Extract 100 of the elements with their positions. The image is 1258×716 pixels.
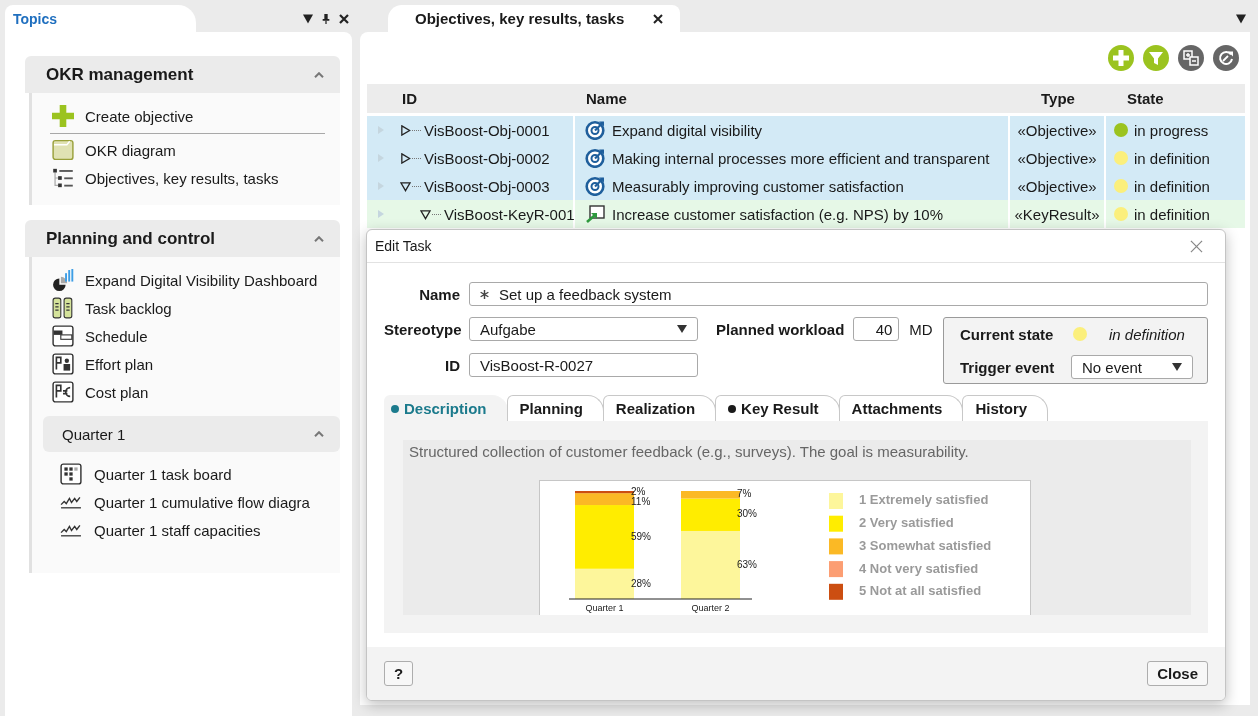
- value-label: 63%: [737, 558, 757, 570]
- value-label: 28%: [631, 577, 651, 589]
- tree-line: [412, 129, 421, 131]
- state-text: in definition: [1109, 325, 1185, 343]
- topic-item[interactable]: Quarter 1 task board: [32, 460, 340, 488]
- close-icon[interactable]: [653, 13, 663, 24]
- tree-line: [412, 185, 421, 187]
- topic-item[interactable]: Objectives, key results, tasks: [32, 164, 340, 192]
- legend-label: 2 Very satisfied: [859, 515, 954, 531]
- value-label: 2%: [631, 485, 646, 497]
- table-row[interactable]: VisBoost-Obj-0003 Measurably improving customer satisfaction «Objective» in definition: [367, 172, 1245, 200]
- dialog-tab[interactable]: Description: [384, 395, 508, 421]
- triangle-down-icon[interactable]: [400, 180, 411, 192]
- board-arrow-icon: [585, 204, 605, 224]
- close-icon[interactable]: [339, 13, 349, 24]
- type-text: «Objective»: [1017, 177, 1097, 195]
- workload-field[interactable]: 40: [853, 317, 900, 341]
- pie-chart-icon: [52, 269, 74, 291]
- legend-label: 1 Extremely satisfied: [859, 492, 989, 508]
- column-header[interactable]: State: [1106, 90, 1245, 107]
- description-text: Structured collection of customer feedback (e.g., surveys). The goal is measurability.: [409, 443, 970, 461]
- id-text: VisBoost-Obj-0001: [424, 121, 550, 139]
- topic-item[interactable]: Schedule: [32, 322, 340, 350]
- topic-item[interactable]: OKR diagram: [32, 136, 340, 164]
- name-text: Making internal processes more efficient and transparent: [612, 149, 990, 167]
- name-field[interactable]: Set up a feedback system: [469, 282, 1208, 306]
- stereotype-select[interactable]: Aufgabe: [469, 317, 698, 341]
- type-text: «Objective»: [1017, 149, 1097, 167]
- topic-item[interactable]: Task backlog: [32, 294, 340, 322]
- chevron-up-icon[interactable]: [314, 235, 324, 242]
- field-label: Current state: [960, 325, 1055, 343]
- column-header[interactable]: Name: [575, 90, 1010, 107]
- table-row[interactable]: VisBoost-Obj-0001 Expand digital visibility «Objective» in progress: [367, 116, 1245, 144]
- grid-icon: [60, 463, 82, 485]
- caret-down-icon[interactable]: [1236, 13, 1246, 24]
- target-icon: [585, 120, 605, 140]
- panel-tab[interactable]: Topics: [5, 5, 196, 32]
- currency-sheet-icon: [52, 381, 74, 403]
- plus-icon: [52, 105, 74, 127]
- column-header[interactable]: ID: [395, 90, 575, 107]
- type-text: «KeyResult»: [1014, 205, 1100, 223]
- topic-item[interactable]: Expand Digital Visibility Dashboard: [32, 266, 340, 294]
- subsection-header[interactable]: Quarter 1: [43, 416, 340, 452]
- legend-label: 5 Not at all satisfied: [859, 583, 982, 599]
- refresh-icon[interactable]: [1213, 45, 1239, 71]
- dialog-title: Edit Task: [375, 238, 432, 254]
- columns-icon: [52, 297, 74, 319]
- field-label: Stereotype: [384, 320, 460, 338]
- triangle-down-icon[interactable]: [420, 208, 431, 220]
- name-text: Expand digital visibility: [612, 121, 763, 139]
- dialog-button[interactable]: Close: [1147, 661, 1208, 686]
- tree-list-icon: [52, 167, 74, 189]
- id-field[interactable]: VisBoost-R-0027: [469, 353, 698, 377]
- section-header[interactable]: OKR management: [25, 56, 340, 93]
- topic-item[interactable]: Cost plan: [32, 378, 340, 406]
- triangle-right-icon[interactable]: [400, 152, 411, 164]
- name-text: Measurably improving customer satisfaction: [612, 177, 904, 195]
- document-tab[interactable]: Objectives, key results, tasks: [388, 5, 680, 32]
- tree-line: [432, 213, 441, 215]
- target-icon: [585, 148, 605, 168]
- dialog-tab[interactable]: Planning: [506, 395, 604, 421]
- caret-down-icon: [677, 325, 687, 333]
- tree-line: [412, 157, 421, 159]
- category-label: Quarter 1: [585, 603, 624, 614]
- section-header[interactable]: Planning and control: [25, 220, 340, 257]
- field-label: Trigger event: [960, 358, 1056, 376]
- name-text: Increase customer satisfaction (e.g. NPS) by 10%: [612, 205, 943, 223]
- unit-label: MD: [909, 320, 933, 338]
- dialog-tab[interactable]: History: [962, 395, 1049, 421]
- pin-icon[interactable]: [321, 13, 331, 24]
- dialog-button[interactable]: ?: [384, 661, 414, 686]
- column-header[interactable]: Type: [1010, 90, 1106, 107]
- topic-item[interactable]: Quarter 1 staff capacities: [32, 516, 340, 544]
- type-text: «Objective»: [1017, 121, 1097, 139]
- state-text: in definition: [1134, 205, 1210, 223]
- state-text: in definition: [1134, 177, 1210, 195]
- category-label: Quarter 2: [691, 603, 730, 614]
- triangle-right-icon[interactable]: [400, 124, 411, 136]
- trigger-select[interactable]: No event: [1071, 355, 1193, 379]
- caret-down-icon: [1172, 363, 1182, 371]
- state-text: in definition: [1134, 149, 1210, 167]
- diagram-icon: [52, 139, 74, 161]
- state-text: in progress: [1134, 121, 1209, 139]
- gantt-icon: [52, 325, 74, 347]
- field-label: ID: [444, 356, 460, 374]
- topic-item[interactable]: Create objective: [32, 102, 340, 130]
- field-label: Name: [418, 285, 460, 303]
- row-pointer-icon: [378, 210, 384, 218]
- topic-item[interactable]: Quarter 1 cumulative flow diagra: [32, 488, 340, 516]
- topic-item[interactable]: Effort plan: [32, 350, 340, 378]
- chevron-up-icon[interactable]: [314, 71, 324, 78]
- legend-label: 3 Somewhat satisfied: [859, 537, 992, 553]
- table-row[interactable]: VisBoost-Obj-0002 Making internal processes more efficient and transparent «Objective» in definition: [367, 144, 1245, 172]
- target-icon: [585, 176, 605, 196]
- id-text: VisBoost-Obj-0002: [424, 149, 550, 167]
- id-text: VisBoost-KeyR-001: [444, 205, 575, 223]
- caret-down-icon[interactable]: [303, 13, 313, 24]
- expand-collapse-icon[interactable]: [1178, 45, 1204, 71]
- person-sheet-icon: [52, 353, 74, 375]
- chevron-up-icon[interactable]: [314, 431, 324, 437]
